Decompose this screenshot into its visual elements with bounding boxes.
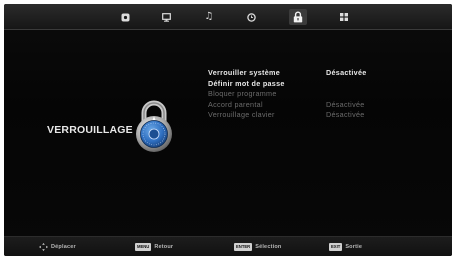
tv-icon — [161, 12, 171, 22]
tv-osd-screen: ♫ VERROUILLAGE Verrouiller système Désac… — [4, 4, 452, 256]
hint-select: ENTER Sélection — [234, 243, 281, 251]
music-icon: ♫ — [204, 11, 214, 22]
menu-item-parental-guidance[interactable]: Accord parental Désactivée — [208, 100, 408, 110]
picture-icon — [121, 13, 129, 21]
hint-move-label: Déplacer — [51, 244, 76, 250]
hint-exit: EXIT Sortie — [329, 243, 362, 251]
menu-item-label: Verrouiller système — [208, 68, 281, 77]
menu-item-value: Désactivée — [326, 110, 365, 120]
hint-select-label: Sélection — [255, 244, 282, 250]
tab-setup[interactable] — [335, 9, 353, 25]
lock-icon — [293, 11, 303, 23]
menu-item-label: Bloquer programme — [208, 89, 277, 99]
arrow-keys-icon — [39, 243, 48, 251]
menu-tab-bar: ♫ — [4, 4, 452, 30]
hint-back-label: Retour — [154, 244, 174, 250]
grid-icon — [340, 13, 348, 21]
enter-key-icon: ENTER — [234, 243, 253, 251]
tab-channel[interactable] — [157, 9, 175, 25]
exit-key-icon: EXIT — [329, 243, 343, 251]
menu-item-label: Définir mot de passe — [208, 78, 285, 88]
menu-item-system-lock[interactable]: Verrouiller système Désactivée — [208, 68, 408, 78]
hint-exit-label: Sortie — [345, 244, 363, 250]
tab-time[interactable] — [242, 9, 260, 25]
menu-item-value: Désactivée — [326, 99, 365, 109]
menu-item-value: Désactivée — [326, 68, 367, 77]
tab-picture[interactable] — [116, 9, 134, 25]
hint-back: MENU Retour — [135, 243, 173, 251]
clock-icon — [246, 12, 256, 22]
tab-sound[interactable]: ♫ — [200, 9, 218, 25]
menu-item-set-password[interactable]: Définir mot de passe — [208, 79, 408, 89]
menu-item-label: Verrouillage clavier — [208, 110, 275, 120]
combination-lock-icon — [132, 100, 176, 159]
key-hint-bar: Déplacer MENU Retour ENTER Sélection EXI… — [4, 236, 452, 256]
menu-item-block-program[interactable]: Bloquer programme — [208, 89, 408, 99]
menu-item-label: Accord parental — [208, 99, 263, 109]
lock-settings-menu: Verrouiller système Désactivée Définir m… — [208, 68, 408, 121]
menu-key-icon: MENU — [135, 243, 152, 251]
page-title: VERROUILLAGE — [47, 124, 133, 136]
menu-item-key-lock[interactable]: Verrouillage clavier Désactivée — [208, 110, 408, 120]
tab-lock[interactable] — [289, 9, 307, 25]
hint-move: Déplacer — [39, 243, 76, 251]
